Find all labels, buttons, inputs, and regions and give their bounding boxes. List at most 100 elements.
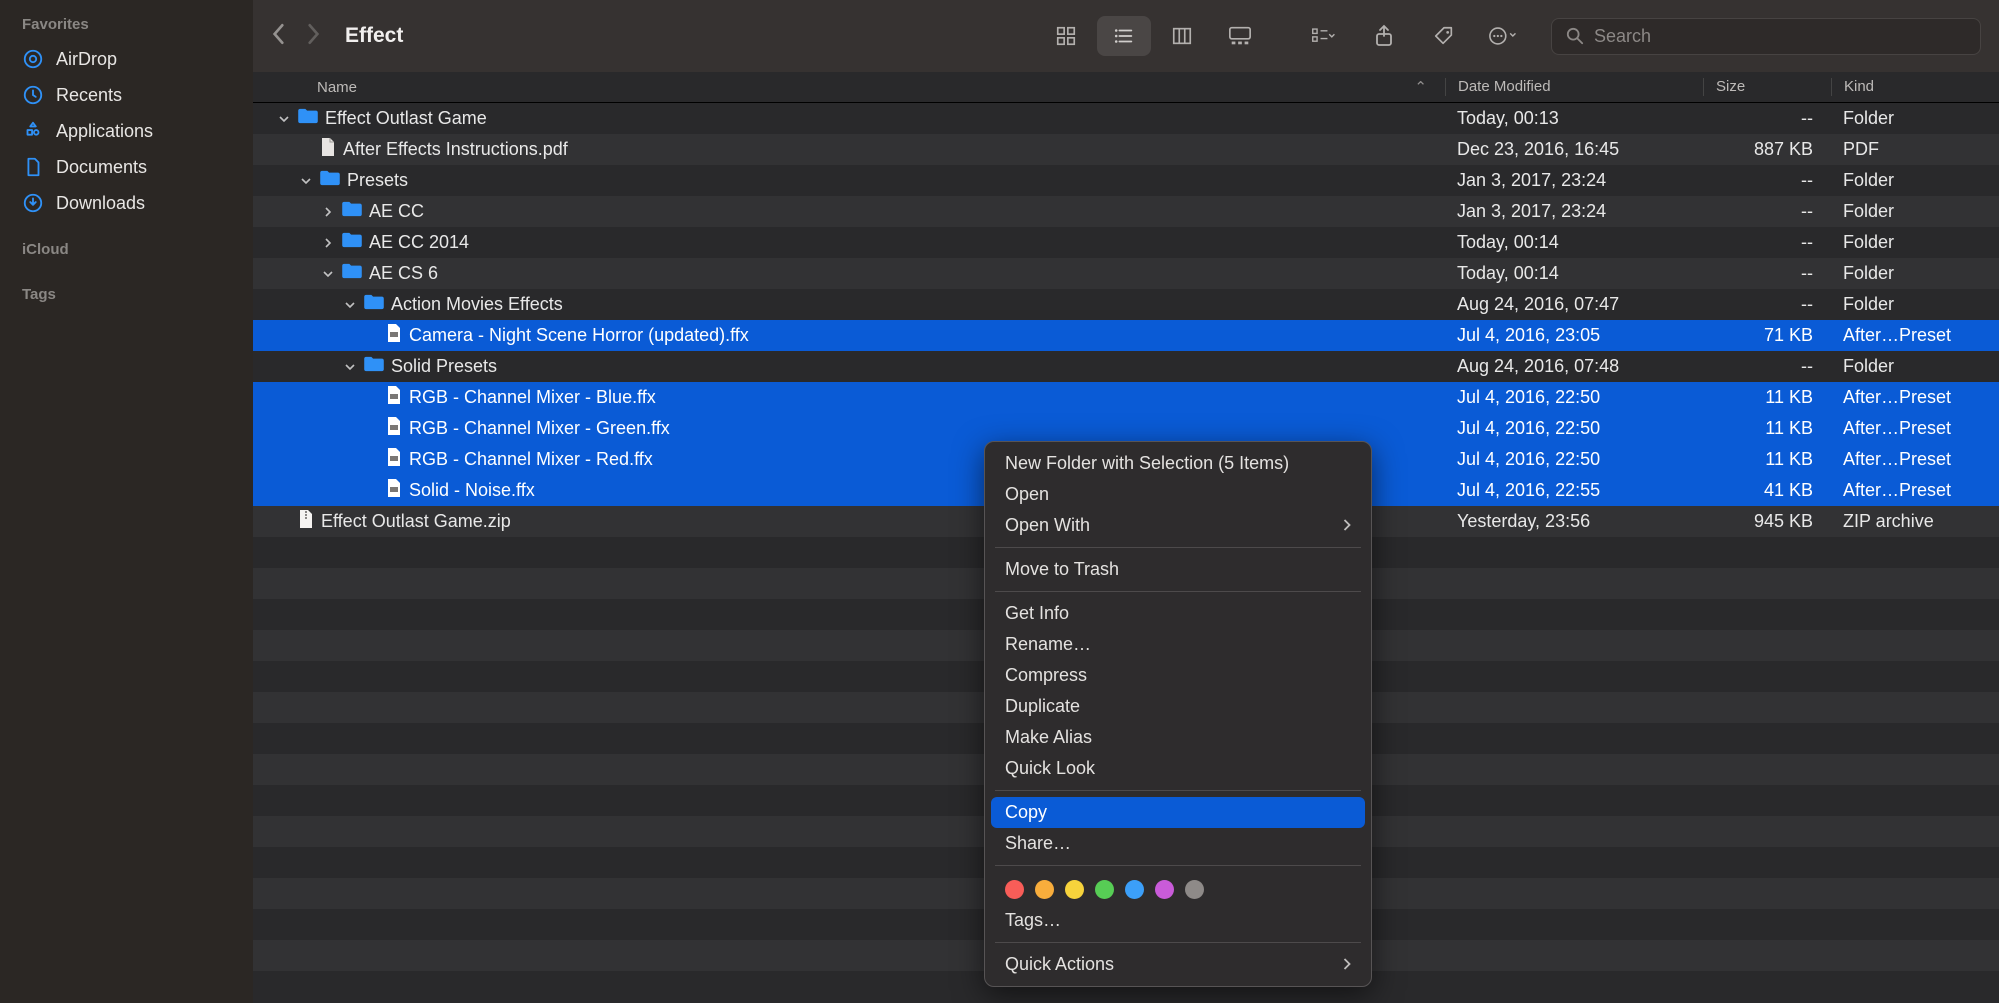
file-row[interactable]: RGB - Channel Mixer - Green.ffxJul 4, 20… [253,413,1999,444]
file-date: Jul 4, 2016, 23:05 [1445,325,1703,346]
submenu-arrow-icon [1342,954,1351,975]
view-icons-button[interactable] [1039,16,1093,56]
file-row[interactable]: AE CCJan 3, 2017, 23:24--Folder [253,196,1999,227]
menu-item[interactable]: Make Alias [991,722,1365,753]
sidebar-item-airdrop[interactable]: AirDrop [0,41,253,77]
disclosure-closed-icon[interactable] [321,238,335,248]
menu-item-label: Quick Look [1005,758,1095,779]
folder-icon [319,170,341,191]
file-size: 887 KB [1703,139,1831,160]
menu-item[interactable]: Open [991,479,1365,510]
file-icon [385,447,403,472]
menu-item[interactable]: Move to Trash [991,554,1365,585]
view-list-button[interactable] [1097,16,1151,56]
column-kind[interactable]: Kind [1831,78,1999,96]
tag-color[interactable] [1005,880,1024,899]
tag-color[interactable] [1125,880,1144,899]
file-kind: After…Preset [1831,387,1999,408]
sidebar-item-documents[interactable]: Documents [0,149,253,185]
menu-item[interactable]: Quick Look [991,753,1365,784]
doc-icon [22,156,44,178]
file-date: Aug 24, 2016, 07:48 [1445,356,1703,377]
sidebar: Favorites AirDrop Recents Applications D… [0,0,253,1003]
menu-separator [995,865,1361,866]
menu-item-label: Open With [1005,515,1090,536]
sidebar-item-downloads[interactable]: Downloads [0,185,253,221]
view-gallery-button[interactable] [1213,16,1267,56]
menu-item-label: Get Info [1005,603,1069,624]
menu-item[interactable]: Compress [991,660,1365,691]
tag-color[interactable] [1095,880,1114,899]
menu-item[interactable]: Quick Actions [991,949,1365,980]
menu-item[interactable]: Rename… [991,629,1365,660]
search-box[interactable]: Search [1551,18,1981,55]
group-by-button[interactable] [1297,16,1351,56]
tag-color[interactable] [1155,880,1174,899]
file-row[interactable]: PresetsJan 3, 2017, 23:24--Folder [253,165,1999,196]
tag-color[interactable] [1065,880,1084,899]
menu-item-label: Quick Actions [1005,954,1114,975]
menu-item-label: New Folder with Selection (5 Items) [1005,453,1289,474]
back-button[interactable] [271,23,287,50]
disclosure-open-icon[interactable] [343,362,357,372]
tag-color[interactable] [1035,880,1054,899]
menu-item-label: Compress [1005,665,1087,686]
menu-item[interactable]: New Folder with Selection (5 Items) [991,448,1365,479]
sort-asc-icon: ⌃ [1414,78,1427,96]
file-date: Dec 23, 2016, 16:45 [1445,139,1703,160]
file-kind: ZIP archive [1831,511,1999,532]
file-kind: Folder [1831,232,1999,253]
sidebar-item-label: Documents [56,157,147,178]
share-button[interactable] [1357,16,1411,56]
file-row[interactable]: Camera - Night Scene Horror (updated).ff… [253,320,1999,351]
file-name: Presets [347,170,408,191]
sidebar-item-label: Applications [56,121,153,142]
sidebar-item-applications[interactable]: Applications [0,113,253,149]
disclosure-open-icon[interactable] [277,114,291,124]
file-date: Today, 00:13 [1445,108,1703,129]
menu-item[interactable]: Duplicate [991,691,1365,722]
file-row[interactable]: Action Movies EffectsAug 24, 2016, 07:47… [253,289,1999,320]
view-columns-button[interactable] [1155,16,1209,56]
menu-item[interactable]: Share… [991,828,1365,859]
file-row[interactable]: Solid PresetsAug 24, 2016, 07:48--Folder [253,351,1999,382]
folder-icon [341,232,363,253]
tag-button[interactable] [1417,16,1471,56]
file-row[interactable]: Effect Outlast GameToday, 00:13--Folder [253,103,1999,134]
sidebar-item-recents[interactable]: Recents [0,77,253,113]
file-icon [297,509,315,534]
file-size: 41 KB [1703,480,1831,501]
menu-item[interactable]: Get Info [991,598,1365,629]
disclosure-open-icon[interactable] [299,176,313,186]
column-name[interactable]: Name ⌃ [253,78,1445,96]
column-header: Name ⌃ Date Modified Size Kind [253,72,1999,103]
file-date: Jul 4, 2016, 22:50 [1445,387,1703,408]
file-name: Solid - Noise.ffx [409,480,535,501]
apps-icon [22,120,44,142]
disclosure-closed-icon[interactable] [321,207,335,217]
menu-item[interactable]: Copy [991,797,1365,828]
file-icon [385,478,403,503]
column-size[interactable]: Size [1703,78,1831,96]
more-button[interactable] [1477,16,1531,56]
column-date[interactable]: Date Modified [1445,78,1703,96]
file-row[interactable]: After Effects Instructions.pdfDec 23, 20… [253,134,1999,165]
sidebar-item-label: AirDrop [56,49,117,70]
menu-item[interactable]: Tags… [991,905,1365,936]
sidebar-item-label: Downloads [56,193,145,214]
forward-button[interactable] [305,23,321,50]
tag-color[interactable] [1185,880,1204,899]
sidebar-header-favorites: Favorites [0,10,253,41]
file-size: 11 KB [1703,418,1831,439]
file-row[interactable]: RGB - Channel Mixer - Blue.ffxJul 4, 201… [253,382,1999,413]
disclosure-open-icon[interactable] [343,300,357,310]
menu-item[interactable]: Open With [991,510,1365,541]
menu-item-label: Duplicate [1005,696,1080,717]
disclosure-open-icon[interactable] [321,269,335,279]
file-row[interactable]: AE CC 2014Today, 00:14--Folder [253,227,1999,258]
file-date: Jul 4, 2016, 22:55 [1445,480,1703,501]
file-name: RGB - Channel Mixer - Red.ffx [409,449,653,470]
file-row[interactable]: AE CS 6Today, 00:14--Folder [253,258,1999,289]
file-kind: Folder [1831,356,1999,377]
file-date: Jan 3, 2017, 23:24 [1445,201,1703,222]
